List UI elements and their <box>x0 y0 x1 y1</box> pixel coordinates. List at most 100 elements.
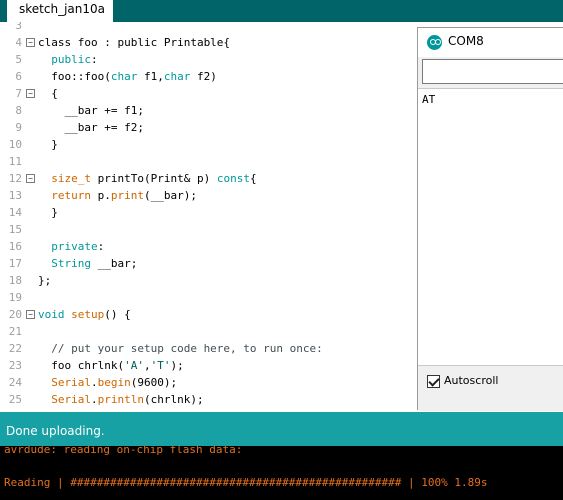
code-token: print <box>110 189 144 202</box>
fold-toggle-icon[interactable]: − <box>26 89 35 98</box>
code-text: foo::foo(char f1,char f2) <box>38 68 217 85</box>
code-text: public: <box>38 51 98 68</box>
line-number: 7 <box>15 87 22 100</box>
code-text: void setup() { <box>38 306 131 323</box>
code-token: void <box>38 308 65 321</box>
code-token: return <box>51 189 91 202</box>
line-number: 12 <box>8 172 22 185</box>
code-token: : <box>91 53 98 66</box>
line-number: 8 <box>15 104 22 117</box>
code-token: . <box>91 393 98 406</box>
line-number: 6 <box>15 70 22 83</box>
code-token: p. <box>91 189 111 202</box>
serial-output-text: AT <box>422 93 436 106</box>
line-number: 16 <box>8 240 22 253</box>
fold-toggle-icon[interactable]: − <box>26 38 35 47</box>
line-number: 5 <box>15 53 22 66</box>
code-token: (9600); <box>130 376 178 389</box>
status-bar: Done uploading. <box>0 412 563 446</box>
code-token: }; <box>38 274 52 287</box>
line-number: 15 <box>8 223 22 236</box>
serial-monitor-title: COM8 <box>448 34 484 48</box>
code-text: } <box>38 204 58 221</box>
code-token: char <box>163 70 191 83</box>
code-token: } <box>38 138 58 151</box>
code-text: foo chrlnk('A','T'); <box>38 357 184 374</box>
line-number: 3 <box>15 22 22 32</box>
autoscroll-checkbox[interactable] <box>427 375 440 388</box>
fold-toggle-icon[interactable]: − <box>26 310 35 319</box>
code-token: (__bar); <box>144 189 197 202</box>
code-token: { <box>38 87 58 100</box>
code-token: } <box>38 206 58 219</box>
arduino-logo-icon <box>427 35 442 50</box>
code-token: size_t <box>51 172 91 185</box>
code-token: () { <box>104 308 131 321</box>
line-number: 21 <box>8 325 22 338</box>
status-message: Done uploading. <box>6 424 105 438</box>
line-number: 22 <box>8 342 22 355</box>
code-token: __bar += f1; <box>38 104 144 117</box>
code-token: begin <box>97 376 131 389</box>
line-number: 18 <box>8 274 22 287</box>
code-text: } <box>38 136 58 153</box>
code-text: Serial.begin(9600); <box>38 374 177 391</box>
code-token: . <box>91 376 98 389</box>
line-number: 13 <box>8 189 22 202</box>
line-number: 23 <box>8 359 22 372</box>
line-number: 24 <box>8 376 22 389</box>
line-number: 4 <box>15 36 22 49</box>
console-line: Reading | ##############################… <box>4 476 488 489</box>
code-token: __bar += f2; <box>38 121 144 134</box>
line-number: 19 <box>8 291 22 304</box>
line-number: 20 <box>8 308 22 321</box>
code-token: println <box>97 393 144 406</box>
code-text: class foo : public Printable{ <box>38 34 230 51</box>
serial-monitor-titlebar[interactable]: COM8 <box>418 28 563 57</box>
code-text: String __bar; <box>38 255 137 272</box>
code-token: foo chrlnk( <box>38 359 125 372</box>
code-token: String <box>51 257 91 270</box>
code-token: ); <box>170 359 184 372</box>
console-output[interactable]: avrdude: reading on-chip flash data: Read… <box>0 446 563 500</box>
code-text: Serial.println(chrlnk); <box>38 391 203 408</box>
serial-monitor-footer: Autoscroll <box>418 367 563 411</box>
code-text: // put your setup code here, to run once… <box>38 340 323 357</box>
code-token: private <box>51 240 98 253</box>
line-number: 17 <box>8 257 22 270</box>
console-line: avrdude: reading on-chip flash data: <box>4 446 243 456</box>
code-token: const <box>216 172 250 185</box>
code-token: : <box>97 240 105 253</box>
code-token: setup <box>71 308 105 321</box>
code-text: return p.print(__bar); <box>38 187 197 204</box>
code-token: { <box>249 172 257 185</box>
code-token: class foo : public Printable{ <box>38 36 231 49</box>
code-text: size_t printTo(Print& p) const{ <box>38 170 257 187</box>
tab-sketch[interactable]: sketch_jan10a <box>7 0 113 22</box>
serial-send-input[interactable] <box>422 59 563 84</box>
code-text: private: <box>38 238 104 255</box>
line-number: 14 <box>8 206 22 219</box>
line-number: 9 <box>15 121 22 134</box>
line-number: 11 <box>8 155 22 168</box>
code-token: public <box>51 53 91 66</box>
code-token: foo::foo( <box>38 70 111 83</box>
fold-toggle-icon[interactable]: − <box>26 174 35 183</box>
code-token: 'A' <box>124 359 144 372</box>
code-token: Serial <box>51 376 91 389</box>
code-token: printTo(Print& p) <box>91 172 217 185</box>
autoscroll-label: Autoscroll <box>444 374 499 387</box>
serial-output-area[interactable]: AT <box>418 88 563 366</box>
serial-monitor-window: COM8 AT Autoscroll <box>417 27 563 411</box>
code-token: 'T' <box>150 359 171 372</box>
code-text: }; <box>38 272 51 289</box>
tab-bar: sketch_jan10a <box>0 0 563 22</box>
code-text: __bar += f1; <box>38 102 144 119</box>
code-token: // put your setup code here, to run once… <box>38 342 323 355</box>
